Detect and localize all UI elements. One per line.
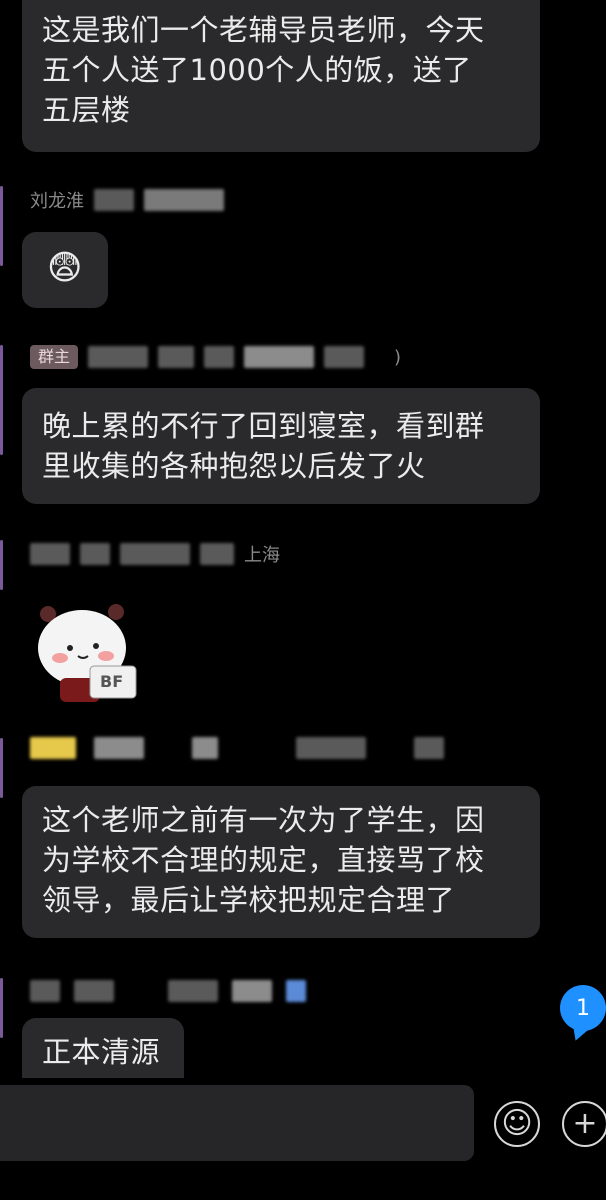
redacted-block (168, 980, 218, 1002)
message-input[interactable] (0, 1085, 474, 1161)
redacted-block (296, 737, 366, 759)
panda-sticker-icon (38, 604, 137, 702)
sender-marker (0, 540, 3, 590)
redacted-block (158, 346, 195, 368)
redacted-block (88, 346, 149, 368)
sender-name: 刘龙淮 (30, 191, 84, 212)
redacted-block (232, 980, 272, 1002)
sender-marker (0, 186, 3, 266)
add-attachment-button[interactable]: + (562, 1101, 606, 1147)
sender-name-row: 群主 ) (30, 344, 401, 370)
sender-name-row: 上海 (30, 541, 280, 567)
message-text: 正本清源 (42, 1035, 161, 1069)
redacted-block (30, 543, 70, 565)
redacted-block (286, 980, 306, 1002)
redacted-block (74, 980, 114, 1002)
plus-icon: + (572, 1106, 598, 1141)
message-bubble[interactable]: 这个老师之前有一次为了学生，因 为学校不合理的规定，直接骂了校 领导，最后让学校… (22, 786, 540, 938)
emoji-button[interactable]: ☺ (494, 1101, 540, 1147)
sender-name-row (30, 735, 444, 761)
redacted-block (144, 189, 224, 211)
redacted-block (192, 737, 218, 759)
message-text: 这个老师之前有一次为了学生，因 为学校不合理的规定，直接骂了校 领导，最后让学校… (42, 803, 485, 917)
redacted-block (94, 189, 134, 211)
message-text: 晚上累的不行了回到寝室，看到群 里收集的各种抱怨以后发了火 (42, 409, 485, 483)
redacted-block (324, 346, 365, 368)
sender-tail: ) (394, 346, 402, 368)
unread-badge[interactable]: 1 (560, 985, 606, 1031)
sender-name-row: 刘龙淮 (30, 187, 224, 213)
redacted-block (204, 346, 235, 368)
message-bubble[interactable]: 正本清源 (22, 1018, 184, 1078)
fearful-emoji-icon: 😨 (47, 248, 83, 288)
sender-marker (0, 345, 3, 455)
sticker-image[interactable]: BF (34, 600, 144, 710)
redacted-block (30, 980, 60, 1002)
redacted-block (120, 543, 190, 565)
redacted-block (80, 543, 110, 565)
redacted-block (414, 737, 444, 759)
sender-location: 上海 (244, 545, 280, 566)
sender-marker (0, 978, 3, 1038)
message-text: 这是我们一个老辅导员老师，今天 五个人送了1000个人的饭，送了 五层楼 (42, 13, 485, 127)
group-owner-badge: 群主 (30, 345, 79, 369)
sender-marker (0, 738, 3, 798)
emoji-bubble[interactable]: 😨 (22, 232, 108, 308)
sender-name-row (30, 978, 306, 1004)
redacted-block (94, 737, 144, 759)
message-bubble[interactable]: 晚上累的不行了回到寝室，看到群 里收集的各种抱怨以后发了火 (22, 388, 540, 504)
redacted-block (200, 543, 234, 565)
message-bubble[interactable]: 这是我们一个老辅导员老师，今天 五个人送了1000个人的饭，送了 五层楼 (22, 0, 540, 152)
smile-icon: ☺ (501, 1106, 533, 1141)
redacted-block (244, 346, 315, 368)
redacted-block (30, 737, 76, 759)
sticker-label: BF (100, 672, 124, 691)
